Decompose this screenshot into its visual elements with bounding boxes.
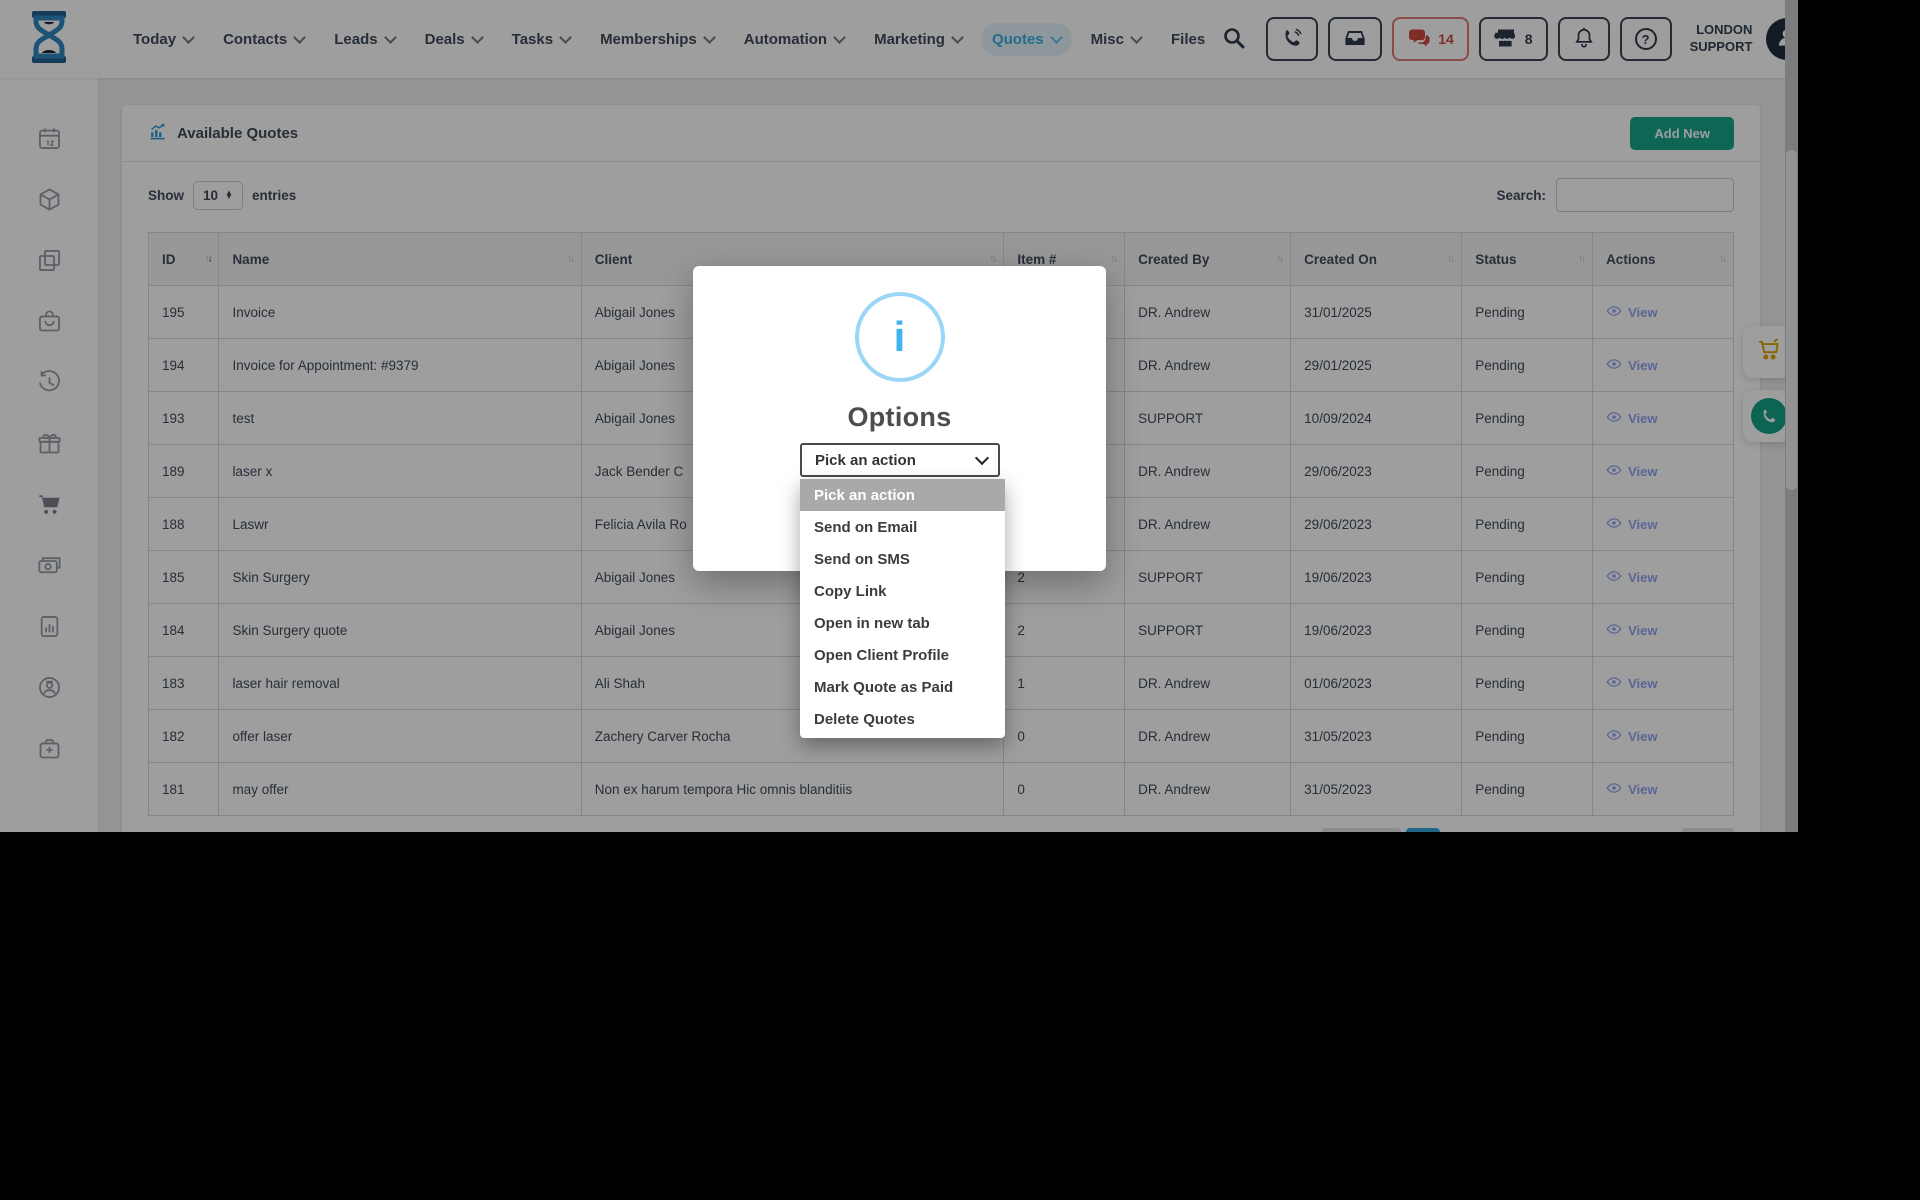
dropdown-option[interactable]: Open in new tab [800,607,1005,639]
dropdown-option[interactable]: Open Client Profile [800,639,1005,671]
action-dropdown: Pick an action Send on Email Send on SMS… [800,479,1005,738]
app-window: Today Contacts Leads Deals [0,0,1798,832]
action-select[interactable]: Pick an action [800,443,1000,477]
action-select-value: Pick an action [815,452,916,469]
chevron-down-icon [975,451,989,465]
info-icon: i [855,292,945,382]
dropdown-option[interactable]: Copy Link [800,575,1005,607]
modal-title: Options [693,402,1106,433]
dropdown-option[interactable]: Delete Quotes [800,703,1005,735]
dropdown-option[interactable]: Send on SMS [800,543,1005,575]
dropdown-option[interactable]: Send on Email [800,511,1005,543]
dropdown-option[interactable]: Pick an action [800,479,1005,511]
dropdown-option[interactable]: Mark Quote as Paid [800,671,1005,703]
